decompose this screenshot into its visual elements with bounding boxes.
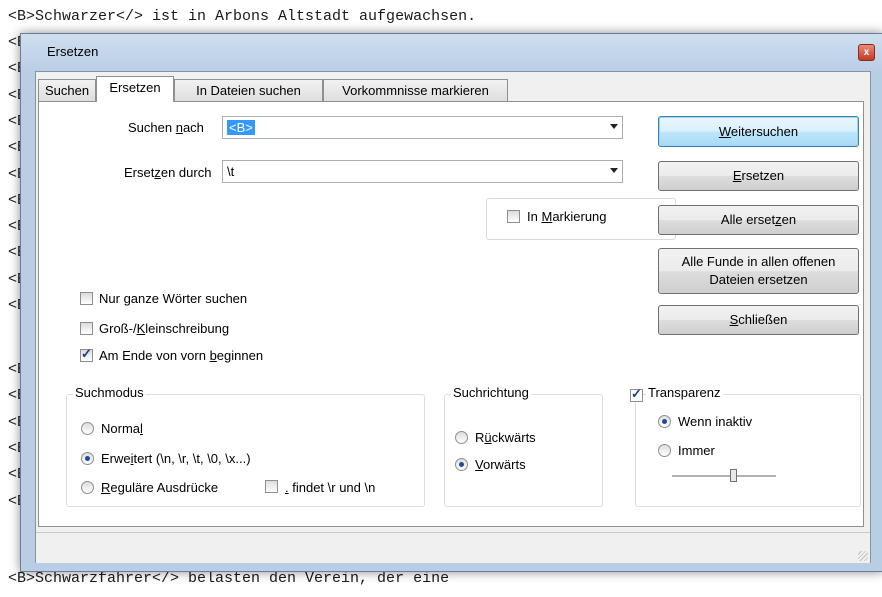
transparency-group: Transparenz Wenn inaktiv Immer bbox=[630, 385, 861, 507]
close-icon[interactable]: x bbox=[858, 44, 875, 61]
direction-down-label: Vorwärts bbox=[475, 457, 526, 472]
resize-grip-icon[interactable] bbox=[858, 551, 868, 561]
replace-label: Ersetzen durch bbox=[124, 165, 212, 180]
tab-panel-ersetzen: Suchen nach <B> Ersetzen durch \t In Mar… bbox=[38, 101, 864, 527]
replace-combobox[interactable]: \t bbox=[222, 160, 623, 183]
dialog-titlebar[interactable]: Ersetzen x bbox=[21, 34, 882, 72]
search-mode-title: Suchmodus bbox=[73, 385, 146, 400]
tab-vorkommnisse-markieren[interactable]: Vorkommnisse markieren bbox=[323, 79, 508, 101]
match-case-checkbox[interactable] bbox=[80, 322, 93, 335]
match-case-label: Groß-/Kleinschreibung bbox=[99, 321, 230, 336]
replace-all-button[interactable]: Alle ersetzen bbox=[658, 205, 859, 235]
tab-in-dateien-suchen[interactable]: In Dateien suchen bbox=[174, 79, 323, 101]
in-selection-checkbox[interactable] bbox=[507, 210, 520, 223]
editor-line: <B>Schwarzer</> ist in Arbons Altstadt a… bbox=[8, 8, 477, 25]
transparency-slider-track[interactable] bbox=[672, 475, 776, 478]
transparency-title: Transparenz bbox=[646, 385, 723, 400]
replace-input-value[interactable]: \t bbox=[227, 164, 234, 179]
transparency-always-radio[interactable] bbox=[658, 444, 671, 457]
replace-all-open-docs-line2: Dateien ersetzen bbox=[709, 272, 808, 287]
find-combobox[interactable]: <B> bbox=[222, 116, 623, 139]
wrap-around-checkbox[interactable] bbox=[80, 346, 93, 362]
find-label: Suchen nach bbox=[128, 120, 204, 135]
find-input-value[interactable]: <B> bbox=[227, 120, 255, 135]
editor-line: <B>Schwarzfahrer</> belasten den Verein,… bbox=[8, 570, 450, 587]
tab-ersetzen[interactable]: Ersetzen bbox=[96, 76, 174, 102]
replace-all-open-docs-button[interactable]: Alle Funde in allen offenen Dateien erse… bbox=[658, 248, 859, 294]
mode-normal-label: Normal bbox=[101, 421, 143, 436]
whole-word-label: Nur ganze Wörter suchen bbox=[99, 291, 248, 306]
status-bar bbox=[36, 532, 870, 563]
transparency-inactive-radio[interactable] bbox=[658, 415, 671, 428]
transparency-always-label: Immer bbox=[678, 443, 715, 458]
direction-down-radio[interactable] bbox=[455, 458, 468, 471]
find-next-button[interactable]: Weitersuchen bbox=[658, 116, 859, 147]
whole-word-checkbox[interactable] bbox=[80, 292, 93, 305]
tab-suchen[interactable]: Suchen bbox=[38, 79, 96, 101]
in-selection-frame: In Markierung bbox=[486, 198, 676, 240]
search-direction-group: Suchrichtung Rückwärts Vorwärts bbox=[444, 385, 603, 507]
dialog-title: Ersetzen bbox=[47, 44, 99, 59]
mode-extended-radio[interactable] bbox=[81, 452, 94, 465]
transparency-inactive-label: Wenn inaktiv bbox=[678, 414, 753, 429]
direction-up-label: Rückwärts bbox=[475, 430, 536, 445]
mode-regex-label: Reguläre Ausdrücke bbox=[101, 480, 219, 495]
transparency-checkbox[interactable] bbox=[630, 386, 643, 402]
wrap-around-label: Am Ende von vorn beginnen bbox=[99, 348, 264, 363]
replace-button[interactable]: Ersetzen bbox=[658, 161, 859, 191]
mode-regex-radio[interactable] bbox=[81, 481, 94, 494]
search-direction-title: Suchrichtung bbox=[451, 385, 531, 400]
replace-all-open-docs-line1: Alle Funde in allen offenen bbox=[681, 254, 836, 269]
close-button[interactable]: Schließen bbox=[658, 305, 859, 335]
replace-dialog[interactable]: Ersetzen x Suchen Ersetzen In Dateien su… bbox=[20, 33, 882, 572]
mode-normal-radio[interactable] bbox=[81, 422, 94, 435]
dot-matches-newline-checkbox[interactable] bbox=[265, 480, 278, 493]
search-mode-group: Suchmodus Normal Erweitert (\n, \r, \t, … bbox=[66, 385, 425, 507]
direction-up-radio[interactable] bbox=[455, 431, 468, 444]
chevron-down-icon[interactable] bbox=[610, 124, 618, 129]
mode-extended-label: Erweitert (\n, \r, \t, \0, \x...) bbox=[101, 451, 251, 466]
dialog-client-area: Suchen Ersetzen In Dateien suchen Vorkom… bbox=[35, 71, 871, 563]
chevron-down-icon[interactable] bbox=[610, 168, 618, 173]
transparency-slider-thumb[interactable] bbox=[730, 469, 738, 482]
dot-matches-newline-label: . findet \r und \n bbox=[285, 480, 376, 495]
in-selection-label: In Markierung bbox=[527, 209, 607, 224]
